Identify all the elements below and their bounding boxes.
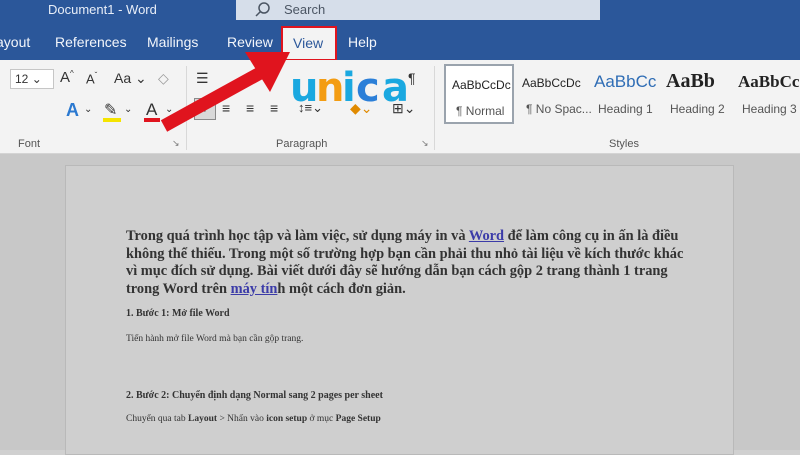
text-part: ở mục <box>307 414 336 424</box>
logo-letter: i <box>342 65 356 111</box>
style-sample: AaBbCc <box>738 72 800 91</box>
step-2-text: Chuyển qua tab Layout > Nhấn vào icon se… <box>126 414 381 424</box>
group-separator <box>186 66 187 150</box>
intro-paragraph: Trong quá trình học tập và làm việc, sử … <box>126 228 686 298</box>
group-separator <box>434 66 435 150</box>
clear-format-icon[interactable]: ◇ <box>158 70 169 87</box>
logo-letter: n <box>316 65 345 111</box>
text-effects-icon[interactable]: A <box>66 100 79 121</box>
style-sample: AaBbCc <box>594 72 657 91</box>
font-color-icon[interactable]: A <box>146 100 157 120</box>
grow-font-icon[interactable]: A^ <box>60 69 74 86</box>
style-name: Heading 2 <box>670 102 725 116</box>
may-tinh-link[interactable]: máy tín <box>231 281 278 297</box>
tab-view[interactable]: View <box>281 26 337 61</box>
text-part: Page Setup <box>335 414 381 424</box>
style-name: ¶ Normal <box>456 104 505 118</box>
highlight-icon[interactable]: ✎ <box>104 100 117 120</box>
styles-gallery: AaBbCcDc ¶ Normal AaBbCcDc ¶ No Spac... … <box>440 64 800 126</box>
logo-letter: u <box>290 65 319 111</box>
font-group-label: Font <box>18 138 41 150</box>
style-heading-3[interactable]: AaBbCc Heading 3 <box>732 64 800 124</box>
shrink-font-icon[interactable]: Aˇ <box>86 71 97 86</box>
tab-review[interactable]: Review <box>227 34 273 50</box>
paragraph-group-label: Paragraph <box>276 138 328 150</box>
window-title: Document1 - Word <box>48 2 157 17</box>
step-1-text: Tiến hành mở file Word mà bạn cần gộp tr… <box>126 334 304 344</box>
intro-text: h một cách đơn giản. <box>277 280 406 297</box>
tab-layout[interactable]: ayout <box>0 34 30 50</box>
step-2-heading: 2. Bước 2: Chuyển định dạng Normal sang … <box>126 390 383 401</box>
title-bar: Document1 - Word Search <box>0 0 800 22</box>
text-part: Layout <box>188 414 218 424</box>
bullets-icon[interactable]: ☰ <box>196 70 209 87</box>
document-page[interactable]: Trong quá trình học tập và làm việc, sử … <box>65 165 734 455</box>
logo-letter: a <box>382 65 409 111</box>
text-part: Chuyển qua tab <box>126 414 189 424</box>
text-effects-dropdown-icon[interactable]: ⌄ <box>84 104 92 115</box>
tab-help[interactable]: Help <box>348 34 377 50</box>
search-placeholder: Search <box>284 2 326 17</box>
search-box[interactable]: Search <box>236 0 600 20</box>
justify-icon[interactable]: ≡ <box>270 100 278 116</box>
word-link[interactable]: Word <box>469 228 504 244</box>
highlight-color-bar <box>103 118 121 122</box>
style-sample: AaBbCcDc <box>452 78 511 92</box>
search-icon <box>254 1 272 24</box>
style-name: Heading 1 <box>598 102 653 116</box>
highlight-dropdown-icon[interactable]: ⌄ <box>124 104 132 115</box>
step-1-heading: 1. Bước 1: Mở file Word <box>126 308 230 319</box>
style-name: ¶ No Spac... <box>526 102 592 116</box>
style-heading-1[interactable]: AaBbCc Heading 1 <box>588 64 658 124</box>
paragraph-dialog-launcher-icon[interactable]: ↘ <box>421 138 429 149</box>
intro-text: Trong quá trình học tập và làm việc, sử … <box>126 228 469 244</box>
ribbon-tabs: ayout References Mailings Review Help <box>0 22 800 62</box>
text-part: > Nhấn vào <box>217 414 267 424</box>
change-case-icon[interactable]: Aa ⌄ <box>114 70 147 87</box>
font-size-value: 12 <box>15 72 29 86</box>
align-right-icon[interactable]: ≡ <box>246 100 254 116</box>
logo-letter: c <box>356 65 380 111</box>
tab-mailings[interactable]: Mailings <box>147 34 198 50</box>
font-dialog-launcher-icon[interactable]: ↘ <box>172 138 180 149</box>
tab-references[interactable]: References <box>55 34 127 50</box>
tab-view-label: View <box>293 35 324 51</box>
style-heading-2[interactable]: AaBb Heading 2 <box>660 64 730 124</box>
font-size-select[interactable]: 12 ⌄ <box>10 69 54 89</box>
style-normal[interactable]: AaBbCcDc ¶ Normal <box>444 64 514 124</box>
document-area: Trong quá trình học tập và làm việc, sử … <box>0 154 800 455</box>
font-color-bar <box>144 118 160 122</box>
style-name: Heading 3 <box>742 102 797 116</box>
style-no-spacing[interactable]: AaBbCcDc ¶ No Spac... <box>516 64 592 124</box>
align-center-icon[interactable]: ≡ <box>222 100 230 116</box>
unica-logo: u n i c a <box>290 68 416 108</box>
style-sample: AaBbCcDc <box>522 76 581 90</box>
font-color-dropdown-icon[interactable]: ⌄ <box>165 104 173 115</box>
align-left-icon: ≡ <box>198 100 207 116</box>
style-sample: AaBb <box>666 70 715 92</box>
text-part: icon setup <box>266 414 308 424</box>
styles-group-label: Styles <box>609 138 639 150</box>
